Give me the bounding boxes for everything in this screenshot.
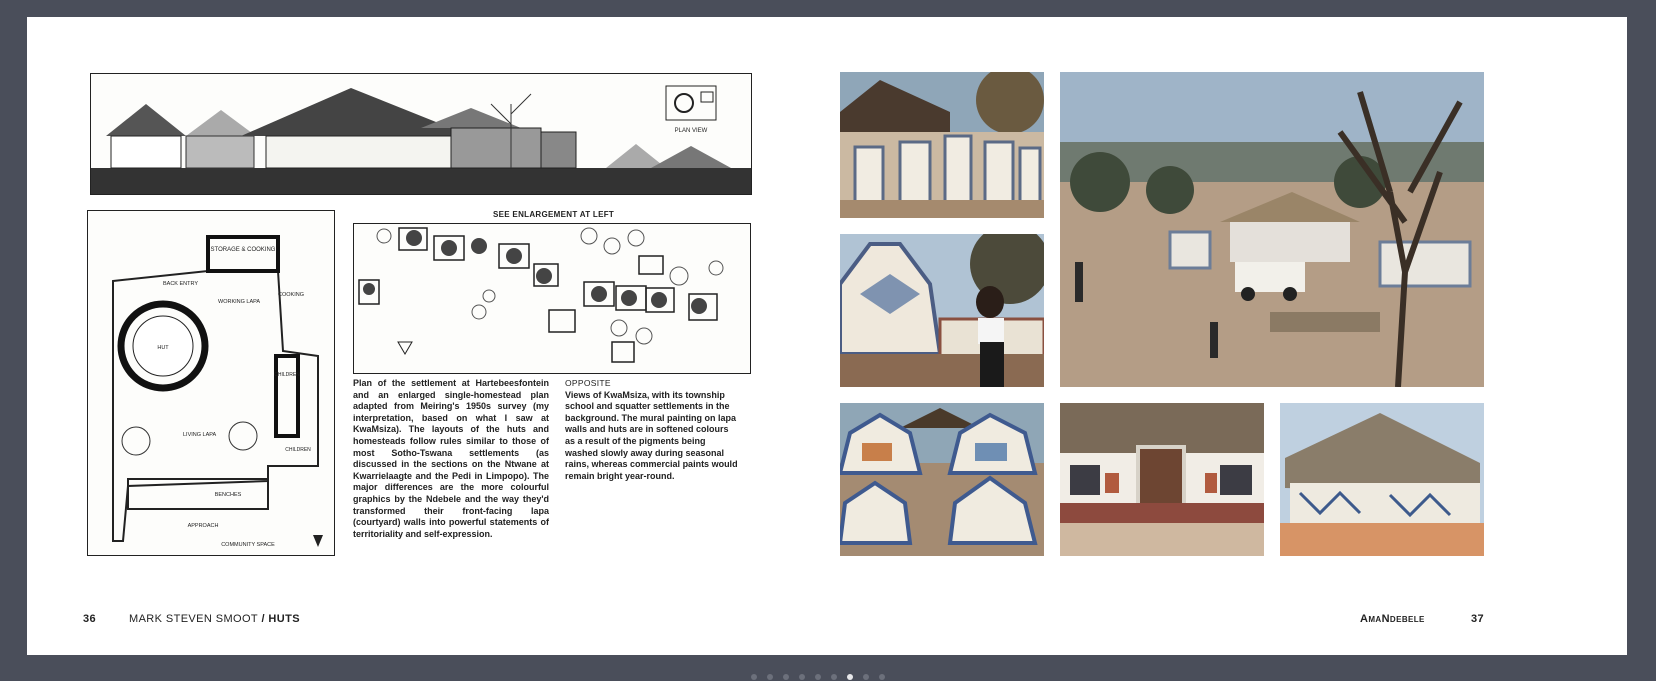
storage-label: STORAGE & COOKING: [211, 247, 276, 253]
carousel-dot-active[interactable]: [847, 674, 853, 680]
children-label-2: CHILDREN: [285, 447, 311, 453]
benches-label: BENCHES: [215, 492, 242, 498]
book-title: HUTS: [268, 613, 300, 625]
carousel-dot[interactable]: [783, 674, 789, 680]
photo-kwamsiza-landscape: [1060, 72, 1484, 387]
page-carousel-dots: [751, 674, 885, 680]
plan-view-label: PLAN VIEW: [675, 128, 708, 134]
carousel-dot[interactable]: [767, 674, 773, 680]
see-enlargement-label: SEE ENLARGEMENT AT LEFT: [493, 210, 615, 219]
opposite-caption: Views of KwaMsiza, with its township sch…: [565, 389, 738, 481]
photo-painted-gateways: [840, 403, 1044, 556]
cooking-label: COOKING: [278, 292, 304, 298]
book-spread: PLAN VIEW SEE ENLARGEMENT AT LEFT STORAG…: [27, 17, 1627, 655]
working-lapa-label: WORKING LAPA: [218, 299, 260, 305]
running-head-separator: /: [258, 613, 269, 625]
photo-round-hut: [1280, 403, 1484, 556]
carousel-dot[interactable]: [799, 674, 805, 680]
homestead-plan-drawing: STORAGE & COOKING BACK ENTRY WORKING LAP…: [87, 210, 335, 556]
left-page-number: 36: [83, 613, 97, 625]
living-lapa-label: LIVING LAPA: [183, 432, 217, 438]
opposite-caption-block: OPPOSITE Views of KwaMsiza, with its tow…: [565, 378, 740, 482]
right-page-number: 37: [1471, 613, 1485, 625]
figure-caption: Plan of the settlement at Hartebeesfonte…: [353, 378, 549, 539]
carousel-dot[interactable]: [751, 674, 757, 680]
carousel-dot[interactable]: [879, 674, 885, 680]
carousel-dot[interactable]: [831, 674, 837, 680]
photo-woman-mural-wall: [840, 234, 1044, 387]
photo-painted-walls-top: [840, 72, 1044, 218]
section-title: AmaNdebele: [1360, 613, 1425, 625]
elevation-drawing: PLAN VIEW: [90, 73, 752, 195]
children-label: CHILDREN: [274, 372, 300, 378]
hut-label: HUT: [157, 345, 169, 351]
opposite-label: OPPOSITE: [565, 378, 611, 388]
approach-label: APPROACH: [188, 523, 219, 529]
photo-hut-doorway: [1060, 403, 1264, 556]
community-space-label: COMMUNITY SPACE: [221, 542, 275, 548]
carousel-dot[interactable]: [815, 674, 821, 680]
back-entry-label: BACK ENTRY: [163, 281, 198, 287]
settlement-plan-drawing: [353, 223, 751, 374]
carousel-dot[interactable]: [863, 674, 869, 680]
author-name: MARK STEVEN SMOOT: [129, 613, 259, 625]
running-head: MARK STEVEN SMOOT / HUTS: [129, 613, 300, 625]
